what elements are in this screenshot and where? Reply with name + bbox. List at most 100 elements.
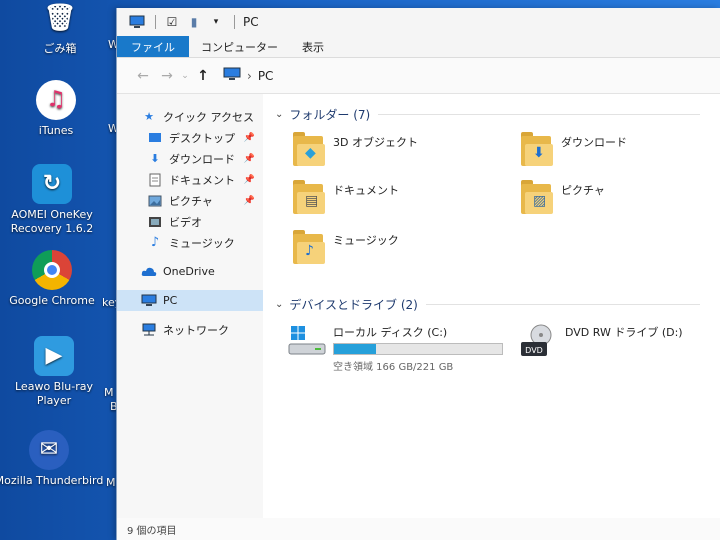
tab-view[interactable]: 表示 <box>290 36 336 57</box>
nav-item-onedrive[interactable]: OneDrive <box>117 261 263 282</box>
folder-3d-objects[interactable]: ◆ 3D オブジェクト <box>293 130 513 176</box>
divider <box>155 15 156 29</box>
star-icon: ★ <box>144 110 154 123</box>
nav-label: ミュージック <box>169 236 235 250</box>
pin-icon[interactable]: 📌 <box>244 175 255 185</box>
desktop-icon-label: Google Chrome <box>9 294 95 307</box>
nav-label: PC <box>163 294 178 307</box>
drive-info: ローカル ディスク (C:) 空き領域 166 GB/221 GB <box>333 324 503 373</box>
folder-name: ドキュメント <box>333 184 399 197</box>
music-icon: ♪ <box>150 235 160 250</box>
desktop-icon-label: iTunes <box>38 124 74 137</box>
leawo-icon: ▶ <box>34 336 74 376</box>
drive-info: DVD RW ドライブ (D:) <box>565 324 683 340</box>
content-pane: ⌄ フォルダー (7) ◆ 3D オブジェクト ⬇ ダウンロード ▤ ドキュメン… <box>263 94 720 518</box>
drive-c[interactable]: ローカル ディスク (C:) 空き領域 166 GB/221 GB <box>287 324 503 373</box>
tab-computer[interactable]: コンピューター <box>189 36 290 57</box>
nav-item-music[interactable]: ♪ ミュージック <box>117 232 263 253</box>
nav-item-desktop[interactable]: デスクトップ 📌 <box>117 127 263 148</box>
nav-item-network[interactable]: ネットワーク <box>117 319 263 340</box>
pin-icon[interactable]: 📌 <box>244 133 255 143</box>
dvd-drive-icon: DVD <box>519 324 559 358</box>
nav-item-pc[interactable]: PC <box>117 290 263 311</box>
desktop-partial-label: M <box>106 476 116 489</box>
chrome-icon <box>32 250 72 290</box>
picture-icon <box>147 194 163 208</box>
drive-name: ローカル ディスク (C:) <box>333 326 448 339</box>
window-title: PC <box>243 15 259 29</box>
nav-label: ドキュメント <box>169 173 235 187</box>
folder-music[interactable]: ♪ ミュージック <box>293 228 513 274</box>
chevron-down-icon: ⌄ <box>275 108 284 120</box>
address-bar: ← → ⌄ ↑ › PC <box>117 58 720 94</box>
folder-documents[interactable]: ▤ ドキュメント <box>293 178 513 224</box>
navigation-pane: ★ クイック アクセス デスクトップ 📌 ⬇ ダウンロード 📌 ドキュメント 📌… <box>117 94 263 540</box>
pc-icon <box>223 67 241 84</box>
music-icon: ♪ <box>293 228 327 266</box>
nav-item-pictures[interactable]: ピクチャ 📌 <box>117 190 263 211</box>
new-folder-icon[interactable]: ▮ <box>186 14 202 30</box>
forward-arrow-icon[interactable]: → <box>155 68 179 84</box>
nav-label: OneDrive <box>163 265 215 278</box>
group-title: デバイスとドライブ (2) <box>289 297 418 312</box>
divider <box>378 113 700 115</box>
desktop-partial-label: M <box>104 386 114 399</box>
network-icon <box>141 323 157 337</box>
nav-label: クイック アクセス <box>163 110 254 124</box>
folder-pictures[interactable]: ▨ ピクチャ <box>521 178 720 224</box>
desktop-icon-label: Leawo Blu-ray Player <box>15 380 93 407</box>
tab-file[interactable]: ファイル <box>117 36 189 57</box>
nav-item-downloads[interactable]: ⬇ ダウンロード 📌 <box>117 148 263 169</box>
download-icon: ⬇ <box>521 130 555 168</box>
nav-label: ビデオ <box>169 215 202 229</box>
address-path[interactable]: › PC <box>223 67 273 84</box>
address-crumb-pc[interactable]: PC <box>258 69 274 83</box>
folder-grid: ◆ 3D オブジェクト ⬇ ダウンロード ▤ ドキュメント ▨ ピクチャ ♪ ミ… <box>275 124 720 294</box>
title-bar: ☑ ▮ ▾ PC <box>117 8 720 36</box>
desktop-icon-aomei[interactable]: ↻ AOMEI OneKey Recovery 1.6.2 <box>2 164 102 236</box>
picture-icon: ▨ <box>521 178 555 216</box>
back-arrow-icon[interactable]: ← <box>131 68 155 84</box>
desktop-icon-chrome[interactable]: Google Chrome <box>2 250 102 308</box>
pin-icon[interactable]: 📌 <box>244 196 255 206</box>
desktop-icon-itunes[interactable]: ♫ iTunes <box>6 80 106 138</box>
ribbon-tabs: ファイル コンピューター 表示 <box>117 36 720 58</box>
divider <box>234 15 235 29</box>
drive-d[interactable]: DVD DVD RW ドライブ (D:) <box>519 324 683 358</box>
drives-group-header[interactable]: ⌄ デバイスとドライブ (2) <box>275 294 720 314</box>
desktop-icon-thunderbird[interactable]: ✉ Mozilla Thunderbird <box>0 430 104 488</box>
chevron-down-icon[interactable]: ⌄ <box>179 71 191 81</box>
nav-quick-access[interactable]: ★ クイック アクセス <box>117 106 263 127</box>
nav-item-videos[interactable]: ビデオ <box>117 211 263 232</box>
desktop-icon-leawo[interactable]: ▶ Leawo Blu-ray Player <box>4 336 104 408</box>
folder-name: 3D オブジェクト <box>333 136 418 149</box>
desktop-icon-label: ごみ箱 <box>43 42 77 55</box>
group-title: フォルダー (7) <box>289 107 371 122</box>
body-area: ★ クイック アクセス デスクトップ 📌 ⬇ ダウンロード 📌 ドキュメント 📌… <box>117 94 720 540</box>
nav-item-documents[interactable]: ドキュメント 📌 <box>117 169 263 190</box>
properties-icon[interactable]: ☑ <box>164 14 180 30</box>
nav-label: デスクトップ <box>169 131 235 145</box>
file-explorer-window: ☑ ▮ ▾ PC ファイル コンピューター 表示 ← → ⌄ ↑ › PC ★ … <box>116 8 720 540</box>
divider <box>425 303 700 305</box>
video-icon <box>147 215 163 229</box>
svg-text:DVD: DVD <box>525 346 543 355</box>
desktop-icon-recycle-bin[interactable]: 🗑 ごみ箱 <box>10 0 110 56</box>
document-icon <box>147 173 163 187</box>
pc-icon <box>141 294 157 308</box>
folders-group-header[interactable]: ⌄ フォルダー (7) <box>275 104 720 124</box>
folder-downloads[interactable]: ⬇ ダウンロード <box>521 130 720 176</box>
desktop-icon <box>147 131 163 145</box>
3d-objects-icon: ◆ <box>293 130 327 168</box>
chevron-down-icon[interactable]: ▾ <box>208 14 224 30</box>
pin-icon[interactable]: 📌 <box>244 154 255 164</box>
pc-icon <box>129 14 145 30</box>
folder-name: ダウンロード <box>561 136 627 149</box>
aomei-icon: ↻ <box>32 164 72 204</box>
up-arrow-icon[interactable]: ↑ <box>191 68 215 84</box>
folder-name: ミュージック <box>333 234 399 247</box>
folder-name: ピクチャ <box>561 184 605 197</box>
drive-name: DVD RW ドライブ (D:) <box>565 326 683 339</box>
